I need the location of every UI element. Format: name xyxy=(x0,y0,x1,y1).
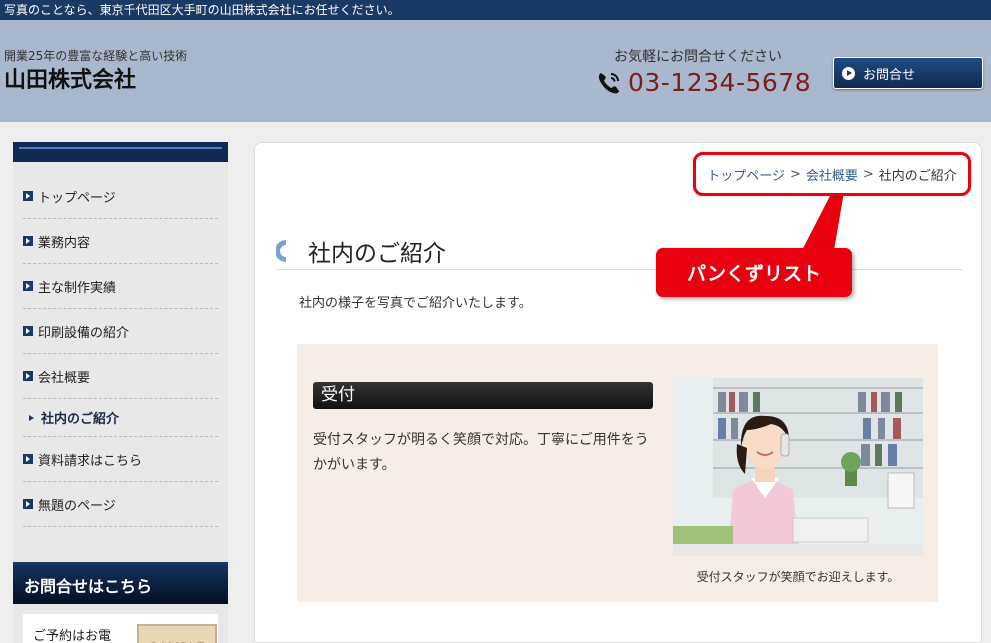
sidebar-item-label: 印刷設備の紹介 xyxy=(38,325,130,341)
play-circle-icon xyxy=(842,66,855,80)
section-text: 受付スタッフが明るく笑顔で対応。丁寧にご用件をうかがいます。 xyxy=(313,432,649,473)
sidebar-subitem-office[interactable]: 社内のご紹介 xyxy=(23,399,218,437)
bullet-arrow-icon xyxy=(23,371,33,381)
breadcrumb-link-company[interactable]: 会社概要 xyxy=(806,165,858,184)
sidebar-item-label: 社内のご紹介 xyxy=(41,412,120,427)
top-banner: 写真のことなら、東京千代田区大手町の山田株式会社にお任せください。 xyxy=(0,0,991,20)
section-heading: 受付 xyxy=(313,382,653,409)
breadcrumb-separator: > xyxy=(862,166,874,182)
sidebar-item-top[interactable]: トップページ xyxy=(23,174,218,219)
bullet-arrow-icon xyxy=(23,499,33,509)
breadcrumb-link-top[interactable]: トップページ xyxy=(707,165,785,184)
phone-number: 03-1234-5678 xyxy=(628,68,812,97)
sidebar-contact-heading: お問合せはこちら xyxy=(13,562,228,604)
sidebar-item-untitled[interactable]: 無題のページ xyxy=(23,482,218,527)
sample-image: SAMPLE xyxy=(137,624,217,643)
phone-icon xyxy=(598,72,619,93)
sidebar-nav: トップページ 業務内容 主な制作実績 印刷設備の紹介 会社概要 社内のご紹介 資… xyxy=(13,162,228,527)
page-title-row: 社内のご紹介 xyxy=(276,232,962,270)
bullet-arrow-icon xyxy=(23,191,33,201)
title-ring-icon xyxy=(276,239,292,262)
sidebar-item-label: 業務内容 xyxy=(38,235,91,251)
contact-prompt: お気軽にお問合せください xyxy=(614,49,782,65)
phone-block: 03-1234-5678 xyxy=(596,68,811,97)
sidebar-contact-text: ご予約はお電話… xyxy=(33,629,112,643)
sidebar-item-label: 無題のページ xyxy=(38,498,116,514)
sidebar: トップページ 業務内容 主な制作実績 印刷設備の紹介 会社概要 社内のご紹介 資… xyxy=(13,142,228,643)
reception-photo xyxy=(673,378,923,556)
breadcrumb: トップページ > 会社概要 > 社内のご紹介 xyxy=(693,152,971,196)
sidebar-item-label: 資料請求はこちら xyxy=(38,453,143,469)
company-name[interactable]: 山田株式会社 xyxy=(4,62,136,94)
site-header: 開業25年の豊富な経験と高い技術 山田株式会社 お気軽にお問合せください 03-… xyxy=(0,20,991,122)
sidebar-top-bar xyxy=(13,142,228,162)
sidebar-item-request[interactable]: 資料請求はこちら xyxy=(23,437,218,482)
page-title: 社内のご紹介 xyxy=(308,240,446,267)
contact-button-label: お問合せ xyxy=(863,67,916,83)
bullet-arrow-icon xyxy=(23,326,33,336)
sidebar-item-label: 主な制作実績 xyxy=(38,280,117,296)
sidebar-contact-box: ご予約はお電話… SAMPLE xyxy=(23,614,218,643)
bullet-arrow-icon xyxy=(23,281,33,291)
photo-caption: 受付スタッフが笑顔でお迎えします。 xyxy=(696,570,900,584)
sidebar-item-company[interactable]: 会社概要 xyxy=(23,354,218,399)
reception-section: 受付 受付スタッフが明るく笑顔で対応。丁寧にご用件をうかがいます。 受付スタッフ… xyxy=(297,344,938,602)
breadcrumb-separator: > xyxy=(789,166,801,182)
sidebar-item-label: トップページ xyxy=(38,190,116,206)
bullet-arrow-icon xyxy=(23,454,33,464)
sidebar-item-equipment[interactable]: 印刷設備の紹介 xyxy=(23,309,218,354)
contact-button[interactable]: お問合せ xyxy=(833,57,983,89)
intro-text: 社内の様子を写真でご紹介いたします。 xyxy=(299,296,532,311)
sidebar-item-services[interactable]: 業務内容 xyxy=(23,219,218,264)
breadcrumb-callout: パンくずリスト xyxy=(656,248,852,297)
breadcrumb-current: 社内のご紹介 xyxy=(878,168,957,184)
sidebar-item-works[interactable]: 主な制作実績 xyxy=(23,264,218,309)
sidebar-item-label: 会社概要 xyxy=(38,370,91,386)
bullet-arrow-icon xyxy=(23,236,33,246)
triangle-right-icon xyxy=(29,414,34,421)
